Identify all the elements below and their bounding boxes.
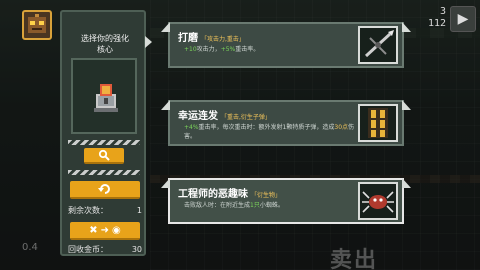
upgrade-card-sharpen[interactable]: 打磨 「攻击力,重击」 +10攻击力，+5%重击率。 (161, 22, 411, 68)
card-thumbnail (358, 182, 398, 220)
sell-label: 卖出 (330, 248, 379, 270)
hud-counter: 3 112 (428, 6, 446, 30)
card-title: 打磨 「攻击力,重击」 (178, 29, 245, 44)
hud-count-value: 112 (427, 18, 446, 29)
remaining-count-row: 剩余次数： 1 (68, 203, 142, 217)
hud-top-value: 3 (439, 6, 446, 17)
desc-text: 击败敌人时：在附近生成 (184, 202, 251, 209)
desc-value: +5% (220, 46, 236, 53)
player-avatar[interactable] (22, 10, 52, 40)
core-select-panel: 选择你的强化 核心 剩余次数： 1 ✖ ➜ ◉ 回收金币： 30 (60, 10, 152, 256)
pause-icon: ▶ (457, 11, 469, 27)
card-description: +4%重击率，每次重击时：额外发射1颗特质子弹，造成30点伤害。 (184, 123, 356, 141)
arrow-right-icon: ➜ (100, 224, 110, 236)
pause-button[interactable]: ▶ (450, 6, 476, 32)
remaining-label: 剩余次数： (68, 205, 108, 215)
card-description: +10攻击力，+5%重击率。 (184, 45, 356, 54)
card-thumbnail (358, 26, 398, 64)
card-title: 幸运连发 「重击,衍生子弹」 (178, 107, 271, 122)
desc-text: 重击率。 (235, 46, 260, 53)
recycle-button[interactable]: ✖ ➜ ◉ (70, 222, 140, 240)
search-icon (98, 149, 110, 161)
card-title-text: 幸运连发 (178, 111, 218, 122)
card-thumbnail (358, 104, 398, 142)
recycle-gold-row: 回收金币： 30 (68, 242, 142, 256)
desc-value: +10 (184, 46, 197, 53)
divider-stripe (68, 170, 140, 175)
crossbow-icon (364, 30, 394, 58)
recycle-value: 30 (131, 244, 142, 254)
bullet-belt-icon (368, 108, 388, 138)
card-tag: 「攻击力,重击」 (201, 36, 245, 43)
desc-text: 重击率，每次重击时：额外发射1颗特质子弹，造成 (198, 124, 335, 131)
card-tag: 「重击,衍生子弹」 (221, 114, 271, 121)
upgrade-card-engineer-prank[interactable]: 工程师的恶趣味 「衍生物」 击败敌人时：在附近生成1只小蜘蛛。 (161, 178, 411, 224)
panel-title: 选择你的强化 核心 (62, 33, 148, 55)
spider-icon (362, 191, 394, 213)
desc-value: +4% (184, 124, 199, 131)
refresh-button[interactable] (70, 181, 140, 199)
card-title-text: 工程师的恶趣味 (178, 189, 248, 200)
card-title-text: 打磨 (178, 33, 198, 44)
inspect-button[interactable] (84, 148, 124, 164)
coin-icon: ◉ (112, 224, 121, 236)
card-title: 工程师的恶趣味 「衍生物」 (178, 185, 281, 200)
panel-title-line2: 核心 (97, 45, 113, 54)
refresh-icon (98, 184, 110, 194)
desc-value: 1只 (250, 202, 260, 209)
card-tag: 「衍生物」 (251, 192, 282, 199)
desc-text: 小蜘蛛。 (259, 202, 284, 209)
divider-stripe (68, 140, 140, 145)
desc-text: 攻击力， (196, 46, 221, 53)
bg-bottom-left-text: 0.4 (22, 242, 38, 253)
robot-face-icon (28, 14, 46, 33)
panel-title-line1: 选择你的强化 (81, 34, 129, 43)
card-description: 击败敌人时：在附近生成1只小蜘蛛。 (184, 201, 356, 210)
remaining-value: 1 (136, 205, 142, 215)
desc-value: 30点 (334, 124, 349, 131)
recycle-label: 回收金币： (68, 244, 108, 254)
core-preview (71, 58, 137, 134)
upgrade-card-lucky-burst[interactable]: 幸运连发 「重击,衍生子弹」 +4%重击率，每次重击时：额外发射1颗特质子弹，造成… (161, 100, 411, 146)
close-icon: ✖ (89, 224, 98, 236)
turret-core-icon (94, 84, 118, 112)
